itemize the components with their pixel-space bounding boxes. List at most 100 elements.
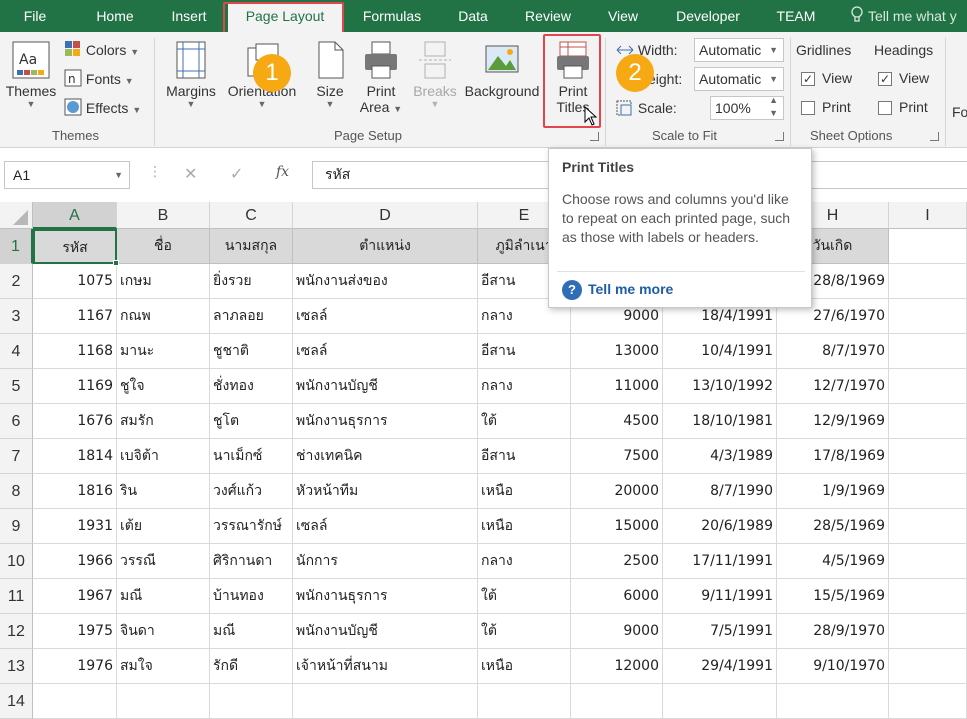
cell-h6[interactable]: 12/9/1969 (777, 404, 889, 439)
name-box[interactable]: A1 ▼ (4, 161, 130, 189)
cell-f5[interactable]: 11000 (571, 369, 663, 404)
cell-e7[interactable]: อีสาน (478, 439, 571, 474)
cell-b5[interactable]: ชูใจ (117, 369, 210, 404)
cell-a3[interactable]: 1167 (33, 299, 117, 334)
tab-formulas[interactable]: Formulas (348, 0, 436, 32)
row-header-12[interactable]: 12 (0, 614, 33, 649)
spin-up-icon[interactable]: ▲ (769, 93, 778, 107)
cell-e13[interactable]: เหนือ (478, 649, 571, 684)
cell-c7[interactable]: นาเม็กซ์ (210, 439, 293, 474)
cell-i2[interactable] (889, 264, 967, 299)
cell-g4[interactable]: 10/4/1991 (663, 334, 777, 369)
cell-e11[interactable]: ใต้ (478, 579, 571, 614)
cell-b10[interactable]: วรรณี (117, 544, 210, 579)
row-header-6[interactable]: 6 (0, 404, 33, 439)
cell-d12[interactable]: พนักงานบัญชี (293, 614, 478, 649)
row-header-11[interactable]: 11 (0, 579, 33, 614)
scale-stepper[interactable]: 100% ▲ ▼ (710, 93, 784, 120)
cell-f8[interactable]: 20000 (571, 474, 663, 509)
cell-h7[interactable]: 17/8/1969 (777, 439, 889, 474)
cell-i14[interactable] (889, 684, 967, 719)
cell-c4[interactable]: ชูชาติ (210, 334, 293, 369)
cell-c9[interactable]: วรรณารักษ์ (210, 509, 293, 544)
tab-team[interactable]: TEAM (766, 0, 826, 32)
cell-d4[interactable]: เซลล์ (293, 334, 478, 369)
cell-b4[interactable]: มานะ (117, 334, 210, 369)
themes-button[interactable]: Aa Themes ▼ (4, 40, 58, 109)
print-area-button[interactable]: Print Area ▼ (356, 40, 406, 115)
size-button[interactable]: Size ▼ (310, 40, 350, 109)
cell-i5[interactable] (889, 369, 967, 404)
margins-button[interactable]: Margins ▼ (162, 40, 220, 109)
cell-g14[interactable] (663, 684, 777, 719)
cell-g7[interactable]: 4/3/1989 (663, 439, 777, 474)
cell-h5[interactable]: 12/7/1970 (777, 369, 889, 404)
cell-b9[interactable]: เต้ย (117, 509, 210, 544)
height-select[interactable]: Automatic ▼ (694, 67, 784, 91)
cell-b11[interactable]: มณี (117, 579, 210, 614)
row-header-4[interactable]: 4 (0, 334, 33, 369)
cell-a5[interactable]: 1169 (33, 369, 117, 404)
cell-h11[interactable]: 15/5/1969 (777, 579, 889, 614)
cell-a4[interactable]: 1168 (33, 334, 117, 369)
cell-d6[interactable]: พนักงานธุรการ (293, 404, 478, 439)
cell-b2[interactable]: เกษม (117, 264, 210, 299)
tab-insert[interactable]: Insert (158, 0, 220, 32)
tab-data[interactable]: Data (446, 0, 500, 32)
cell-f10[interactable]: 2500 (571, 544, 663, 579)
cell-h12[interactable]: 28/9/1970 (777, 614, 889, 649)
cell-c2[interactable]: ยิ่งรวย (210, 264, 293, 299)
headings-view-checkbox[interactable]: ✓ (878, 72, 892, 86)
cell-e4[interactable]: อีสาน (478, 334, 571, 369)
cell-c12[interactable]: มณี (210, 614, 293, 649)
cell-d7[interactable]: ช่างเทคนิค (293, 439, 478, 474)
column-header-c[interactable]: C (210, 202, 293, 229)
cell-e6[interactable]: ใต้ (478, 404, 571, 439)
cell-e14[interactable] (478, 684, 571, 719)
cell-b6[interactable]: สมรัก (117, 404, 210, 439)
column-header-a[interactable]: A (33, 202, 117, 229)
cell-b8[interactable]: ริน (117, 474, 210, 509)
cell-a14[interactable] (33, 684, 117, 719)
gridlines-view-checkbox[interactable]: ✓ (801, 72, 815, 86)
tab-view[interactable]: View (596, 0, 650, 32)
cell-d10[interactable]: นักการ (293, 544, 478, 579)
cell-i6[interactable] (889, 404, 967, 439)
cell-d3[interactable]: เซลล์ (293, 299, 478, 334)
row-header-2[interactable]: 2 (0, 264, 33, 299)
cell-i11[interactable] (889, 579, 967, 614)
cell-c8[interactable]: วงศ์แก้ว (210, 474, 293, 509)
cell-g6[interactable]: 18/10/1981 (663, 404, 777, 439)
cell-i7[interactable] (889, 439, 967, 474)
tell-me-search[interactable]: Tell me what y (850, 0, 957, 32)
arrange-group-clipped[interactable]: Fo (952, 104, 967, 120)
cell-f13[interactable]: 12000 (571, 649, 663, 684)
cell-g12[interactable]: 7/5/1991 (663, 614, 777, 649)
effects-button[interactable]: Effects ▼ (64, 98, 141, 116)
cell-b12[interactable]: จินดา (117, 614, 210, 649)
cell-i3[interactable] (889, 299, 967, 334)
background-button[interactable]: Background (462, 40, 542, 99)
column-header-i[interactable]: I (889, 202, 967, 229)
column-header-d[interactable]: D (293, 202, 478, 229)
cell-i1[interactable] (889, 229, 967, 264)
fill-handle[interactable] (113, 260, 119, 266)
cell-a13[interactable]: 1976 (33, 649, 117, 684)
fonts-button[interactable]: n Fonts ▼ (64, 69, 134, 87)
cell-e12[interactable]: ใต้ (478, 614, 571, 649)
colors-button[interactable]: Colors ▼ (64, 40, 139, 58)
tab-home[interactable]: Home (76, 0, 154, 32)
cell-c6[interactable]: ชูโต (210, 404, 293, 439)
cell-d1[interactable]: ตำแหน่ง (293, 229, 478, 264)
cell-g9[interactable]: 20/6/1989 (663, 509, 777, 544)
row-header-9[interactable]: 9 (0, 509, 33, 544)
cell-a12[interactable]: 1975 (33, 614, 117, 649)
cell-a8[interactable]: 1816 (33, 474, 117, 509)
cell-e8[interactable]: เหนือ (478, 474, 571, 509)
tab-review[interactable]: Review (510, 0, 586, 32)
cell-d5[interactable]: พนักงานบัญชี (293, 369, 478, 404)
cell-d8[interactable]: หัวหน้าทีม (293, 474, 478, 509)
cell-f11[interactable]: 6000 (571, 579, 663, 614)
cell-g13[interactable]: 29/4/1991 (663, 649, 777, 684)
cell-a10[interactable]: 1966 (33, 544, 117, 579)
